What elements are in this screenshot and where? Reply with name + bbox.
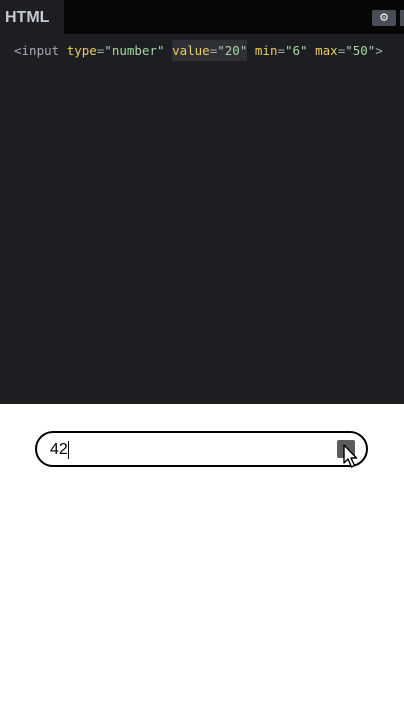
number-input[interactable]: 42: [35, 431, 368, 468]
code-val-type: "number": [104, 43, 165, 58]
code-attr-value: value: [172, 43, 210, 58]
editor-tab-bar: HTML ⚙: [0, 0, 404, 36]
code-attr-max: max: [315, 43, 338, 58]
text-caret: [67, 441, 69, 459]
tab-html[interactable]: HTML: [0, 0, 64, 36]
html-editor-panel: HTML ⚙ <input type = "number" value="20" m…: [0, 0, 404, 404]
input-value-text: 42: [50, 441, 68, 458]
code-line[interactable]: <input type="number" value="20" min="6" …: [14, 40, 383, 61]
code-highlight: value="20": [172, 40, 248, 61]
collapse-button[interactable]: [400, 10, 404, 26]
result-preview: 42: [0, 404, 404, 720]
code-attr-min: min: [254, 43, 278, 58]
code-val-min: "6": [285, 43, 308, 58]
arrow-pointer-icon: [343, 444, 358, 468]
code-equals: =: [277, 43, 285, 58]
code-attr-type: type: [66, 43, 97, 58]
code-tag-open: <input: [14, 43, 60, 58]
code-val-max: "50": [345, 43, 376, 58]
code-val-value: "20": [217, 43, 248, 58]
code-tag-close: >: [375, 43, 383, 58]
settings-button[interactable]: ⚙: [372, 10, 396, 26]
input-value: 42: [50, 441, 69, 459]
gear-icon: ⚙: [379, 12, 389, 24]
